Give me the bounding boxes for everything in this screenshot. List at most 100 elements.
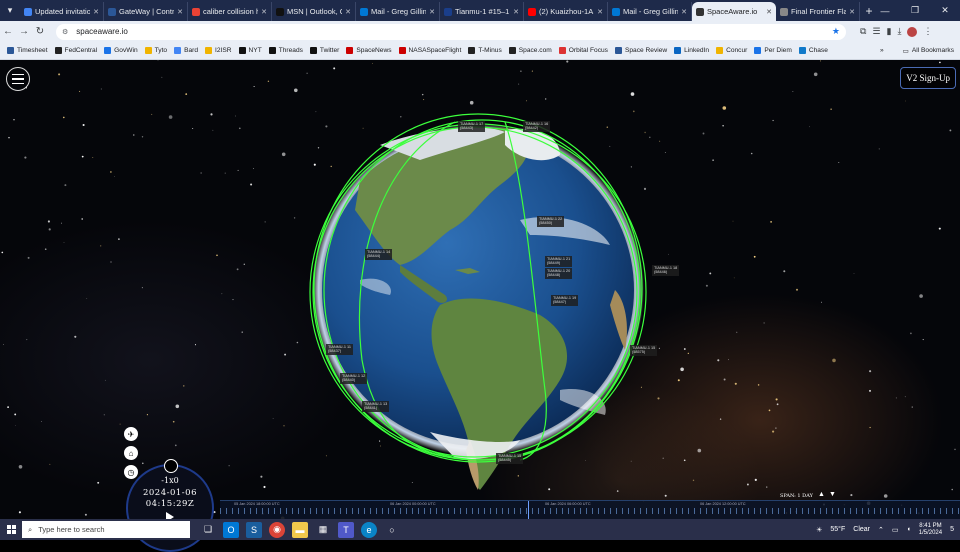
bookmark-item[interactable]: NASASpaceFlight	[398, 47, 461, 54]
browser-tab[interactable]: (2) Kuaizhou-1A L ✕	[524, 2, 608, 21]
bookmark-item[interactable]: Per Diem	[754, 47, 792, 54]
satellite-label[interactable]: TIANMU-1 19 (58447)	[551, 295, 579, 306]
address-bar[interactable]: ⚙ spaceaware.io ★	[56, 23, 846, 40]
satellite-label[interactable]: TIANMU-1 15 (58445)	[496, 453, 524, 464]
main-menu-button[interactable]	[6, 67, 30, 91]
extensions-icon[interactable]: ⧉	[860, 26, 866, 37]
forward-icon[interactable]: →	[16, 26, 32, 37]
satellite-icon[interactable]: ✈	[124, 427, 138, 441]
close-tab-icon[interactable]: ✕	[849, 8, 855, 16]
bookmark-item[interactable]: Concur	[716, 47, 747, 54]
close-tab-icon[interactable]: ✕	[681, 8, 687, 16]
browser-tab[interactable]: SpaceAware.io ✕	[692, 2, 776, 21]
close-tab-icon[interactable]: ✕	[93, 8, 99, 16]
satellite-label[interactable]: TIANMU-1 17 (58443)	[458, 121, 486, 132]
network-icon[interactable]: ▭	[892, 526, 899, 534]
side-panel-icon[interactable]: ▮	[887, 26, 892, 37]
taskbar-clock[interactable]: 8:41 PM 1/5/2024	[919, 523, 942, 537]
bookmark-item[interactable]: Bard	[174, 47, 198, 54]
satellite-label[interactable]: TIANMU-1 12 (58440)	[340, 373, 368, 384]
task-view-icon[interactable]: ❏	[200, 522, 216, 538]
close-tab-icon[interactable]: ✕	[597, 8, 603, 16]
bookmark-item[interactable]: GovWin	[104, 47, 138, 54]
edge-icon[interactable]: e	[361, 521, 377, 538]
bookmark-item[interactable]: I2ISR	[205, 47, 232, 54]
download-icon[interactable]: ⤓	[897, 26, 901, 37]
browser-tab[interactable]: Updated invitatio ✕	[20, 2, 104, 21]
satellite-label[interactable]: TIANMU-1 15 (58575)	[630, 345, 658, 356]
satellite-label[interactable]: TIANMU-1 21 (58449)	[545, 256, 573, 267]
satellite-label[interactable]: TIANMU-1 13 (58441)	[362, 401, 390, 412]
satellite-label[interactable]: TIANMU-1 22 (58450)	[537, 216, 565, 227]
browser-tab[interactable]: GateWay | Contr ✕	[104, 2, 188, 21]
outlook-icon[interactable]: O	[223, 521, 239, 538]
span-down-icon[interactable]: ▼	[829, 491, 840, 498]
app-s-icon[interactable]: S	[246, 521, 262, 538]
satellite-label[interactable]: TIANMU-1 18 (58446)	[652, 265, 680, 276]
globe-viewport[interactable]: V2 Sign-Up TIANMU-1 17 (58443) TIANMU-1 16…	[0, 60, 960, 519]
timeline-cursor[interactable]	[528, 501, 529, 519]
app-ring-icon[interactable]: ○	[384, 522, 400, 538]
close-tab-icon[interactable]: ✕	[177, 8, 183, 16]
start-button[interactable]	[0, 525, 22, 534]
bookmark-item[interactable]: Threads	[268, 47, 303, 54]
teams-icon[interactable]: T	[338, 521, 354, 538]
close-tab-icon[interactable]: ✕	[429, 8, 435, 16]
all-bookmarks-button[interactable]: ▭ All Bookmarks	[903, 47, 954, 55]
bookmark-item[interactable]: FedCentral	[54, 47, 97, 54]
close-window-icon[interactable]: ✕	[930, 0, 960, 21]
home-icon[interactable]: ⌂	[124, 446, 138, 460]
time-knob[interactable]	[164, 459, 178, 473]
bookmark-item[interactable]: Space.com	[508, 47, 552, 54]
bookmark-item[interactable]: Timesheet	[7, 47, 48, 54]
satellite-label[interactable]: TIANMU-1 20 (58448)	[545, 268, 573, 279]
back-icon[interactable]: ←	[0, 26, 16, 37]
bookmark-item[interactable]: Twitter	[309, 47, 339, 54]
chrome-icon[interactable]: ◉	[269, 521, 285, 538]
file-explorer-icon[interactable]: ▬	[292, 521, 308, 538]
bookmark-item[interactable]: NYT	[238, 47, 262, 54]
minimize-icon[interactable]: —	[870, 0, 900, 21]
more-bookmarks-icon[interactable]: »	[880, 47, 884, 54]
satellite-label[interactable]: TIANMU-1 11 (58437)	[326, 344, 353, 355]
star	[3, 344, 4, 345]
timeline-bar[interactable]: 05 Jan 2024 18:00:00 UTC 06 Jan 2024 00:…	[220, 500, 960, 519]
reading-list-icon[interactable]: ☰	[872, 26, 880, 37]
bookmark-item[interactable]: SpaceNews	[346, 47, 392, 54]
bookmark-item[interactable]: Space Review	[614, 47, 667, 54]
signup-button[interactable]: V2 Sign-Up	[900, 67, 956, 89]
bookmark-item[interactable]: T-Minus	[468, 47, 502, 54]
browser-tab[interactable]: MSN | Outlook, O ✕	[272, 2, 356, 21]
site-info-icon[interactable]: ⚙	[62, 28, 68, 36]
notifications-icon[interactable]: 5	[950, 526, 954, 533]
tray-chevron-icon[interactable]: ⌃	[878, 526, 884, 534]
bookmark-item[interactable]: LinkedIn	[674, 47, 709, 54]
span-up-icon[interactable]: ▲	[818, 491, 829, 498]
span-arrows[interactable]: ▲▼	[818, 491, 840, 498]
browser-tab[interactable]: caliber collision h ✕	[188, 2, 272, 21]
satellite-label[interactable]: TIANMU-1 14 (58444)	[365, 249, 393, 260]
close-tab-icon[interactable]: ✕	[261, 8, 267, 16]
taskbar-search[interactable]: ⌕ Type here to search	[22, 521, 190, 538]
volume-icon[interactable]: ◖	[907, 526, 911, 533]
bookmark-star-icon[interactable]: ★	[832, 26, 840, 37]
bookmark-item[interactable]: Orbital Focus	[558, 47, 608, 54]
satellite-label[interactable]: TIANMU-1 16 (58442)	[523, 121, 551, 132]
close-tab-icon[interactable]: ✕	[345, 8, 351, 16]
bookmark-item[interactable]: Chase	[798, 47, 828, 54]
profile-avatar[interactable]	[907, 26, 918, 37]
close-tab-icon[interactable]: ✕	[513, 8, 519, 16]
calculator-icon[interactable]: ▦	[315, 522, 331, 538]
star	[146, 414, 148, 416]
reload-icon[interactable]: ↻	[32, 26, 48, 37]
close-tab-icon[interactable]: ✕	[766, 8, 772, 16]
bookmark-item[interactable]: Tyto	[144, 47, 167, 54]
browser-tab[interactable]: Final Frontier Fla ✕	[776, 2, 860, 21]
browser-tab[interactable]: Mail - Greg Gillin ✕	[356, 2, 440, 21]
restore-icon[interactable]: ❐	[900, 0, 930, 21]
browser-tab[interactable]: Tianmu-1 #15–1 ✕	[440, 2, 524, 21]
more-menu-icon[interactable]: ⋮	[923, 26, 932, 37]
tab-search-icon[interactable]: ▾	[0, 0, 20, 21]
weather-icon[interactable]: ☀	[816, 526, 822, 534]
browser-tab[interactable]: Mail - Greg Gillin ✕	[608, 2, 692, 21]
